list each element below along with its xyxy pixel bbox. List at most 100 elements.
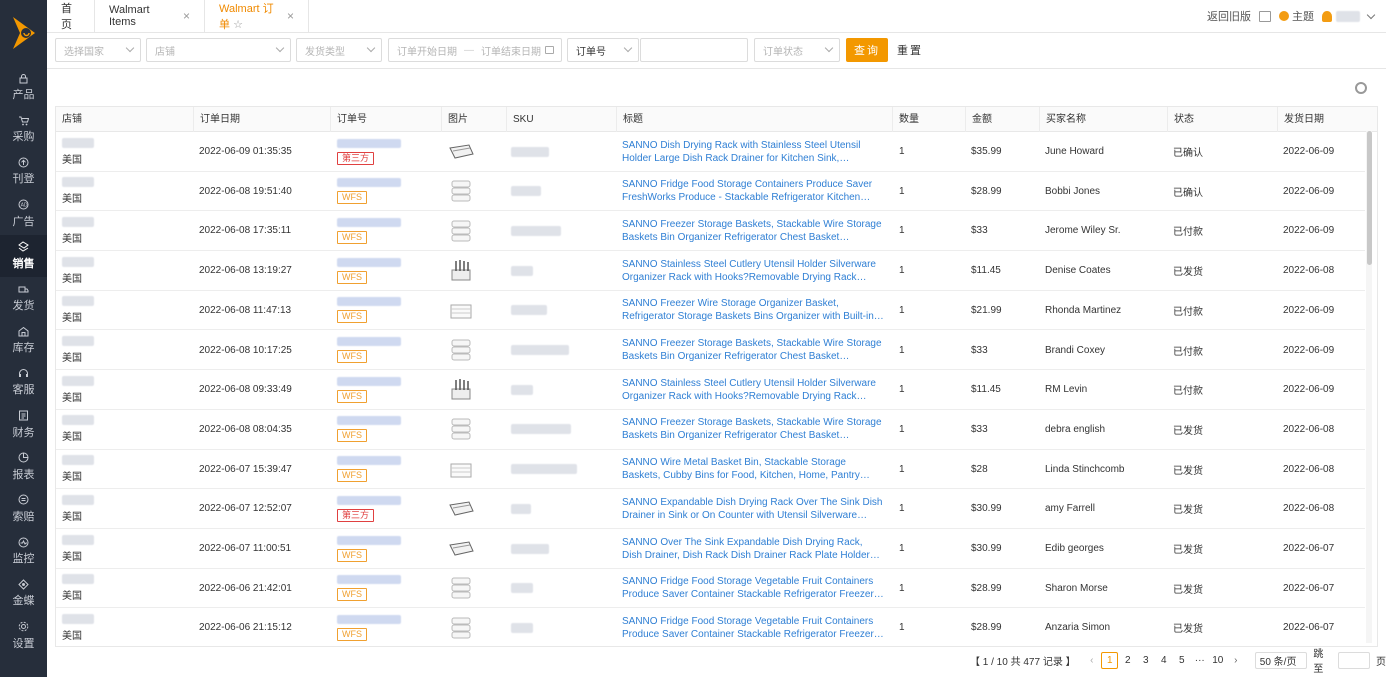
page-number-button[interactable]: 4 [1155, 652, 1172, 669]
tab-walmart-items[interactable]: Walmart Items × [95, 0, 205, 32]
sidebar-item-13[interactable]: 设置 [0, 614, 47, 656]
star-icon[interactable]: ☆ [233, 19, 243, 31]
sidebar-item-8[interactable]: 财务 [0, 404, 47, 446]
sidebar-item-6[interactable]: 库存 [0, 319, 47, 361]
fullscreen-icon[interactable] [1259, 10, 1271, 22]
table-row[interactable]: 美国 2022-06-08 11:47:13 WFS SANNO Freezer Wi… [56, 291, 1365, 331]
column-header[interactable]: 发货日期 [1277, 107, 1377, 132]
page-number-button[interactable]: ··· [1191, 652, 1208, 669]
column-header[interactable]: 金额 [965, 107, 1039, 132]
table-row[interactable]: 美国 2022-06-07 15:39:47 WFS SANNO Wire Metal… [56, 450, 1365, 490]
product-title-link[interactable]: SANNO Over The Sink Expandable Dish Dryi… [622, 536, 884, 562]
next-page-button[interactable]: › [1227, 652, 1244, 669]
column-header[interactable]: 状态 [1167, 107, 1277, 132]
order-number-redacted[interactable] [337, 178, 401, 188]
back-to-old-version-link[interactable]: 返回旧版 [1207, 8, 1251, 24]
product-image[interactable] [446, 132, 506, 171]
page-number-button[interactable]: 5 [1173, 652, 1190, 669]
product-title-link[interactable]: SANNO Fridge Food Storage Vegetable Frui… [622, 575, 884, 601]
product-image[interactable] [446, 608, 506, 646]
order-number-redacted[interactable] [337, 138, 401, 148]
order-number-redacted[interactable] [337, 416, 401, 426]
order-number-redacted[interactable] [337, 337, 401, 346]
product-title-link[interactable]: SANNO Freezer Wire Storage Organizer Bas… [622, 297, 884, 323]
page-number-button[interactable]: 2 [1119, 652, 1136, 669]
product-title-link[interactable]: SANNO Freezer Storage Baskets, Stackable… [622, 337, 884, 363]
product-title-link[interactable]: SANNO Fridge Food Storage Containers Pro… [622, 178, 884, 204]
table-row[interactable]: 美国 2022-06-08 10:17:25 WFS SANNO Freezer St… [56, 331, 1365, 371]
order-status-select[interactable]: 订单状态 [754, 38, 840, 62]
page-number-button[interactable]: 10 [1209, 652, 1226, 669]
country-select[interactable]: 选择国家 [55, 38, 141, 62]
sidebar-item-12[interactable]: 金蝶 [0, 572, 47, 614]
product-title-link[interactable]: SANNO Expandable Dish Drying Rack Over T… [622, 496, 884, 522]
product-image[interactable] [446, 211, 506, 250]
product-image[interactable] [446, 331, 506, 370]
order-number-redacted[interactable] [337, 217, 401, 227]
sidebar-item-9[interactable]: 报表 [0, 446, 47, 488]
product-image[interactable] [446, 172, 506, 211]
table-row[interactable]: 美国 2022-06-08 08:04:35 WFS SANNO Freezer St… [56, 410, 1365, 450]
order-number-redacted[interactable] [337, 614, 401, 624]
order-number-redacted[interactable] [337, 535, 401, 545]
table-row[interactable]: 美国 2022-06-08 13:19:27 WFS SANNO Stainless … [56, 251, 1365, 291]
close-icon[interactable]: × [287, 9, 294, 23]
user-menu[interactable] [1322, 10, 1376, 22]
sidebar-item-4[interactable]: 销售 [0, 234, 47, 277]
column-header[interactable]: 数量 [892, 107, 965, 132]
product-image[interactable] [446, 569, 506, 608]
product-title-link[interactable]: SANNO Stainless Steel Cutlery Utensil Ho… [622, 258, 884, 284]
column-header[interactable]: 买家名称 [1039, 107, 1167, 132]
sidebar-item-7[interactable]: 客服 [0, 361, 47, 403]
order-number-redacted[interactable] [337, 456, 401, 466]
product-title-link[interactable]: SANNO Stainless Steel Cutlery Utensil Ho… [622, 377, 884, 403]
column-header[interactable]: 订单号 [330, 107, 441, 132]
page-number-button[interactable]: 3 [1137, 652, 1154, 669]
product-title-link[interactable]: SANNO Dish Drying Rack with Stainless St… [622, 139, 884, 165]
product-title-link[interactable]: SANNO Freezer Storage Baskets, Stackable… [622, 218, 884, 244]
query-button[interactable]: 查询 [846, 38, 888, 62]
scrollbar-thumb[interactable] [1367, 131, 1372, 265]
product-image[interactable] [446, 410, 506, 449]
product-image[interactable] [446, 370, 506, 409]
order-number-redacted[interactable] [337, 495, 401, 505]
table-row[interactable]: 美国 2022-06-08 09:33:49 WFS SANNO Stainless … [56, 370, 1365, 410]
order-number-redacted[interactable] [337, 257, 401, 267]
order-number-redacted[interactable] [337, 297, 401, 307]
tab-home[interactable]: 首页 [47, 0, 95, 32]
table-row[interactable]: 美国 2022-06-07 12:52:07 第三方 SANNO Expandable… [56, 489, 1365, 529]
app-logo[interactable] [0, 0, 47, 66]
table-row[interactable]: 美国 2022-06-08 19:51:40 WFS SANNO Fridge Foo… [56, 172, 1365, 212]
page-number-button[interactable]: 1 [1101, 651, 1119, 669]
sidebar-item-0[interactable]: 产品 [0, 66, 47, 108]
sidebar-item-11[interactable]: 监控 [0, 530, 47, 572]
table-row[interactable]: 美国 2022-06-07 11:00:51 WFS SANNO Over The S… [56, 529, 1365, 569]
order-number-redacted[interactable] [337, 376, 401, 386]
column-header[interactable]: 图片 [441, 107, 506, 132]
page-size-select[interactable]: 50 条/页 [1254, 651, 1308, 669]
product-image[interactable] [446, 450, 506, 489]
sidebar-item-1[interactable]: 采购 [0, 108, 47, 150]
close-icon[interactable]: × [183, 9, 190, 23]
sidebar-item-3[interactable]: AD 广告 [0, 193, 47, 235]
sidebar-item-2[interactable]: 刊登 [0, 150, 47, 192]
order-number-input[interactable] [640, 38, 748, 62]
column-settings-icon[interactable] [1355, 82, 1367, 94]
product-image[interactable] [446, 251, 506, 290]
ship-type-select[interactable]: 发货类型 [296, 38, 382, 62]
prev-page-button[interactable]: ‹ [1083, 652, 1100, 669]
product-title-link[interactable]: SANNO Wire Metal Basket Bin, Stackable S… [622, 456, 884, 482]
table-row[interactable]: 美国 2022-06-06 21:42:01 WFS SANNO Fridge Foo… [56, 569, 1365, 609]
date-range-picker[interactable]: 订单开始日期 — 订单结束日期 [388, 38, 562, 62]
table-row[interactable]: 美国 2022-06-09 01:35:35 第三方 SANNO Dish Dryin… [56, 132, 1365, 172]
product-image[interactable] [446, 529, 506, 568]
product-title-link[interactable]: SANNO Fridge Food Storage Vegetable Frui… [622, 615, 884, 641]
column-header[interactable]: SKU [506, 107, 616, 132]
store-select[interactable]: 店铺 [146, 38, 291, 62]
goto-page-input[interactable] [1338, 651, 1370, 669]
sidebar-item-5[interactable]: 发货 [0, 277, 47, 319]
product-title-link[interactable]: SANNO Freezer Storage Baskets, Stackable… [622, 416, 884, 442]
column-header[interactable]: 订单日期 [193, 107, 330, 132]
product-image[interactable] [446, 291, 506, 330]
reset-button[interactable]: 重置 [897, 38, 923, 62]
